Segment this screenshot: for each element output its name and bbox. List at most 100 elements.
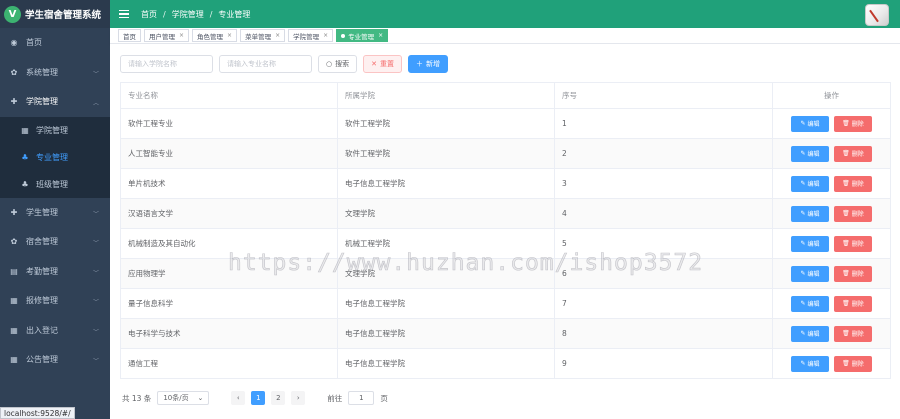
sidebar-item[interactable]: ▤ 考勤管理 ﹀ bbox=[0, 257, 110, 287]
close-icon[interactable]: × bbox=[227, 32, 232, 39]
cell-order: 6 bbox=[555, 259, 773, 288]
edit-button[interactable]: ✎ 编辑 bbox=[791, 205, 829, 222]
cell-actions: ✎ 编辑 🗑 删除 bbox=[773, 319, 891, 348]
table-row: 量子信息科学 电子信息工程学院 7 ✎ 编辑 🗑 删除 bbox=[120, 289, 891, 319]
sidebar-item[interactable]: ▦ 报修管理 ﹀ bbox=[0, 286, 110, 316]
delete-button[interactable]: 🗑 删除 bbox=[834, 325, 872, 342]
tag-item[interactable]: 专业管理 × bbox=[336, 29, 389, 42]
sidebar-subitem-label: 班级管理 bbox=[36, 179, 68, 189]
breadcrumb-separator: / bbox=[209, 9, 213, 19]
table-row: 机械制造及其自动化 机械工程学院 5 ✎ 编辑 🗑 删除 bbox=[120, 229, 891, 259]
college-name-input[interactable]: 请输入学院名称 bbox=[120, 55, 213, 73]
page-2-button[interactable]: 2 bbox=[271, 391, 286, 405]
edit-button-label: 编辑 bbox=[807, 361, 820, 368]
cell-major: 电子科学与技术 bbox=[120, 319, 338, 348]
edit-button[interactable]: ✎ 编辑 bbox=[791, 145, 829, 162]
search-bar: 请输入学院名称 请输入专业名称 ○ 搜索 ✕ 重置 ＋ 新增 bbox=[120, 55, 448, 73]
sidebar-item-label: 考勤管理 bbox=[26, 266, 58, 276]
search-icon: ○ bbox=[326, 60, 333, 68]
tree-icon: ♣ bbox=[21, 152, 29, 162]
sidebar-item[interactable]: ✚ 学院管理 ︿ bbox=[0, 87, 110, 117]
close-icon[interactable]: × bbox=[378, 32, 383, 39]
close-icon[interactable]: × bbox=[179, 32, 184, 39]
cell-actions: ✎ 编辑 🗑 删除 bbox=[773, 259, 891, 288]
tag-item[interactable]: 菜单管理 × bbox=[240, 29, 286, 42]
app-logo[interactable]: V 学生宿舍管理系统 bbox=[0, 0, 110, 28]
sidebar-item-label: 报修管理 bbox=[26, 296, 58, 306]
cell-college: 文理学院 bbox=[338, 199, 555, 228]
sidebar-item[interactable]: ▦ 出入登记 ﹀ bbox=[0, 316, 110, 346]
prev-page-button[interactable]: ‹ bbox=[231, 391, 246, 405]
edit-button[interactable]: ✎ 编辑 bbox=[791, 355, 829, 372]
edit-icon: ✎ bbox=[800, 360, 806, 367]
tag-label: 用户管理 bbox=[149, 32, 175, 41]
sidebar-item[interactable]: ✿ 宿舍管理 ﹀ bbox=[0, 227, 110, 257]
chevron-down-icon: ﹀ bbox=[92, 328, 99, 336]
edit-button[interactable]: ✎ 编辑 bbox=[791, 175, 829, 192]
tag-item[interactable]: 用户管理 × bbox=[144, 29, 190, 42]
edit-button-label: 编辑 bbox=[807, 301, 820, 308]
search-button[interactable]: ○ 搜索 bbox=[318, 55, 358, 73]
delete-button[interactable]: 🗑 删除 bbox=[834, 355, 872, 372]
sidebar-subitem[interactable]: ▦ 学院管理 bbox=[0, 117, 110, 144]
delete-button[interactable]: 🗑 删除 bbox=[834, 145, 872, 162]
sidebar-subitem[interactable]: ♣ 专业管理 bbox=[0, 144, 110, 171]
delete-button[interactable]: 🗑 删除 bbox=[834, 115, 872, 132]
user-avatar[interactable] bbox=[865, 4, 889, 26]
cell-order: 9 bbox=[555, 349, 773, 378]
hamburger-icon[interactable] bbox=[119, 9, 129, 19]
edit-button[interactable]: ✎ 编辑 bbox=[791, 295, 829, 312]
sidebar-item[interactable]: ✚ 学生管理 ﹀ bbox=[0, 198, 110, 228]
sidebar-subitem[interactable]: ♣ 班级管理 bbox=[0, 171, 110, 198]
goto-label: 前往 bbox=[327, 393, 343, 403]
page-1-button[interactable]: 1 bbox=[251, 391, 266, 405]
delete-icon: 🗑 bbox=[842, 300, 850, 307]
edit-button-label: 编辑 bbox=[807, 121, 820, 128]
tag-item[interactable]: 学院管理 × bbox=[288, 29, 334, 42]
page-size-select[interactable]: 10条/页 ⌄ bbox=[157, 391, 210, 405]
edit-button[interactable]: ✎ 编辑 bbox=[791, 235, 829, 252]
delete-button[interactable]: 🗑 删除 bbox=[834, 295, 872, 312]
tag-item[interactable]: 首页 bbox=[118, 29, 141, 42]
goto-page-input[interactable]: 1 bbox=[348, 391, 375, 405]
tag-item[interactable]: 角色管理 × bbox=[192, 29, 238, 42]
close-icon[interactable]: × bbox=[275, 32, 280, 39]
reset-button-label: 重置 bbox=[379, 60, 394, 68]
major-name-input[interactable]: 请输入专业名称 bbox=[219, 55, 312, 73]
calendar-icon: ▤ bbox=[10, 266, 18, 276]
cell-major: 量子信息科学 bbox=[120, 289, 338, 318]
sidebar-item[interactable]: ✿ 系统管理 ﹀ bbox=[0, 58, 110, 88]
sidebar-item[interactable]: ▦ 公告管理 ﹀ bbox=[0, 345, 110, 375]
table-icon: ▦ bbox=[21, 125, 29, 135]
chevron-up-icon: ︿ bbox=[92, 100, 99, 107]
next-page-button[interactable]: › bbox=[291, 391, 306, 405]
close-icon[interactable]: × bbox=[323, 32, 328, 39]
delete-icon: 🗑 bbox=[842, 360, 850, 367]
reset-button[interactable]: ✕ 重置 bbox=[363, 55, 402, 73]
delete-button[interactable]: 🗑 删除 bbox=[834, 265, 872, 282]
edit-button[interactable]: ✎ 编辑 bbox=[791, 325, 829, 342]
edit-button[interactable]: ✎ 编辑 bbox=[791, 115, 829, 132]
tree-icon: ♣ bbox=[21, 179, 29, 189]
breadcrumb-home[interactable]: 首页 bbox=[141, 9, 157, 20]
edit-button[interactable]: ✎ 编辑 bbox=[791, 265, 829, 282]
app-title: 学生宿舍管理系统 bbox=[25, 10, 102, 21]
delete-button[interactable]: 🗑 删除 bbox=[834, 235, 872, 252]
chevron-down-icon: ﹀ bbox=[92, 70, 99, 78]
edit-icon: ✎ bbox=[800, 330, 806, 337]
add-button[interactable]: ＋ 新增 bbox=[407, 55, 448, 73]
table-row: 电子科学与技术 电子信息工程学院 8 ✎ 编辑 🗑 删除 bbox=[120, 319, 891, 349]
delete-button[interactable]: 🗑 删除 bbox=[834, 205, 872, 222]
gear-icon: ✿ bbox=[10, 237, 18, 247]
edit-button-label: 编辑 bbox=[807, 331, 820, 338]
delete-button[interactable]: 🗑 删除 bbox=[834, 175, 872, 192]
breadcrumb-college: 学院管理 bbox=[171, 9, 204, 19]
sidebar-item-label: 学生管理 bbox=[26, 207, 58, 217]
cell-college: 电子信息工程学院 bbox=[338, 169, 555, 198]
delete-button-label: 删除 bbox=[851, 331, 864, 338]
active-dot-icon bbox=[341, 33, 346, 38]
table-row: 单片机技术 电子信息工程学院 3 ✎ 编辑 🗑 删除 bbox=[120, 169, 891, 199]
submenu-college: ▦ 学院管理 ♣ 专业管理 ♣ 班级管理 bbox=[0, 116, 110, 198]
add-button-label: 新增 bbox=[425, 60, 440, 68]
sidebar-item[interactable]: ◉ 首页 bbox=[0, 28, 110, 58]
